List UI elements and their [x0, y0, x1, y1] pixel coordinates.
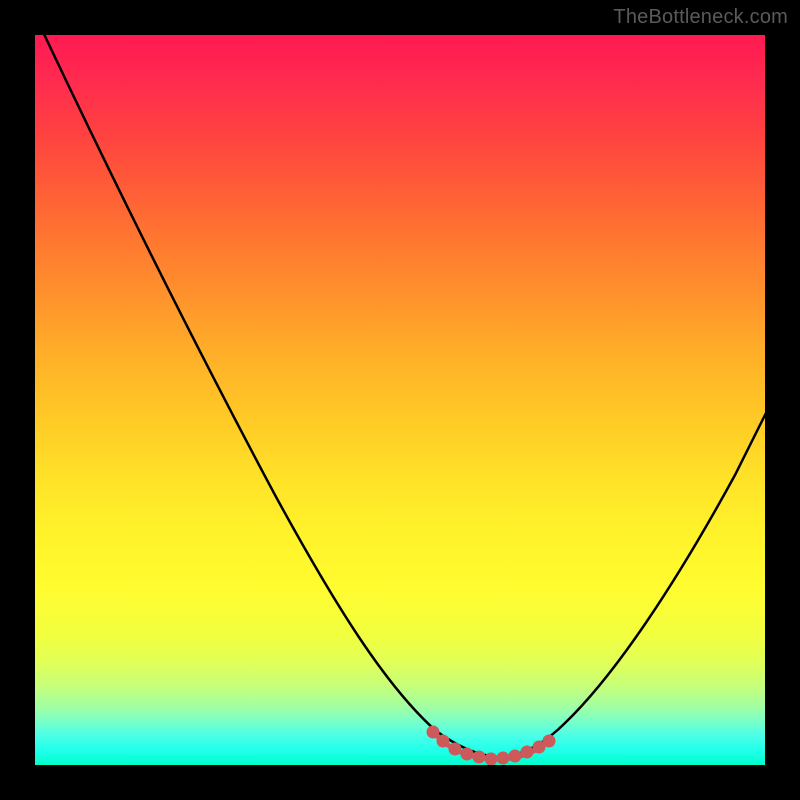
bottleneck-curve: [35, 35, 765, 757]
chart-frame: TheBottleneck.com: [0, 0, 800, 800]
highlight-minimum-region: [429, 728, 553, 763]
curve-layer: [35, 35, 765, 765]
plot-area: [35, 35, 765, 765]
watermark-text: TheBottleneck.com: [613, 6, 788, 29]
